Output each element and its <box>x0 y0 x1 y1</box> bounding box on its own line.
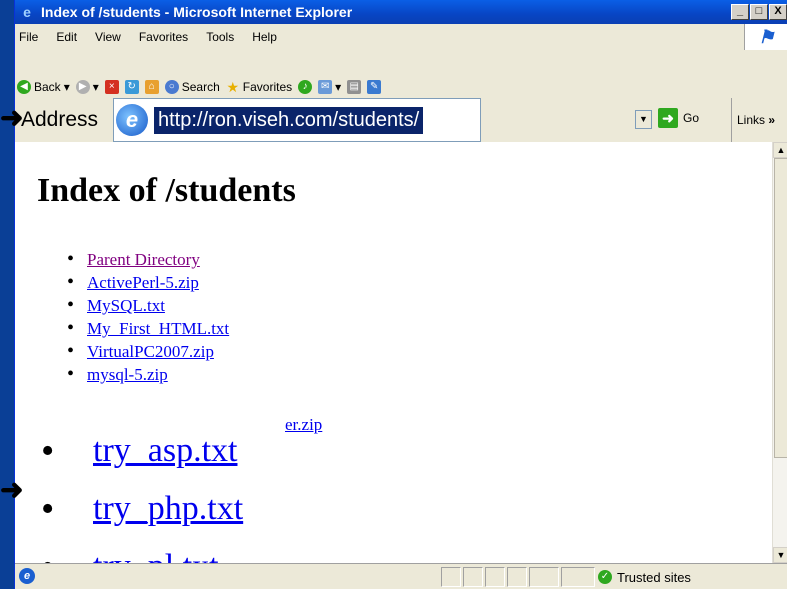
scroll-up-button[interactable]: ▲ <box>773 142 787 158</box>
file-link[interactable]: try_asp.txt <box>93 432 237 469</box>
list-item: try_asp.txt <box>41 422 243 480</box>
search-icon: ○ <box>164 80 179 94</box>
scroll-down-button[interactable]: ▼ <box>773 547 787 563</box>
search-button[interactable]: ○ Search <box>164 80 220 94</box>
list-item: VirtualPC2007.zip <box>67 340 229 363</box>
back-button[interactable]: ◀ Back ▾ <box>17 80 70 94</box>
forward-arrow-icon: ▶ <box>75 80 90 94</box>
list-item: try_pl.txt <box>41 538 243 563</box>
title-bar[interactable]: e Index of /students - Microsoft Interne… <box>15 0 787 24</box>
ie-logo-icon: e <box>23 4 31 20</box>
page-status-icon: e <box>19 568 35 584</box>
minimize-button[interactable]: _ <box>731 4 749 20</box>
file-link[interactable]: Parent Directory <box>87 250 200 269</box>
media-icon: ♪ <box>298 80 313 94</box>
pointer-arrow-icon: ➜ <box>0 102 24 133</box>
list-item: mysql-5.zip <box>67 363 229 386</box>
edit-button[interactable]: ✎ <box>367 80 382 94</box>
status-panel <box>529 567 559 587</box>
file-link[interactable]: ActivePerl-5.zip <box>87 273 199 292</box>
menu-help[interactable]: Help <box>243 30 286 44</box>
file-link[interactable]: mysql-5.zip <box>87 365 168 384</box>
stop-button[interactable]: × <box>104 80 119 94</box>
maximize-button[interactable]: □ <box>750 4 768 20</box>
print-icon: ▤ <box>347 80 362 94</box>
list-item: Parent Directory <box>67 248 229 271</box>
ie-window: e Index of /students - Microsoft Interne… <box>14 0 787 589</box>
status-panel <box>561 567 595 587</box>
go-label: Go <box>683 111 700 125</box>
address-input[interactable]: e http://ron.viseh.com/students/ <box>113 98 481 142</box>
address-label: Address <box>15 98 111 142</box>
file-link[interactable]: MySQL.txt <box>87 296 165 315</box>
mail-icon: ✉ <box>318 80 333 94</box>
checkmark-icon: ✓ <box>598 570 612 584</box>
windows-logo-icon: ⚑ <box>744 24 787 50</box>
go-arrow-icon: ➜ <box>658 108 678 128</box>
status-panel <box>485 567 505 587</box>
address-bar: Address e http://ron.viseh.com/students/… <box>15 98 787 142</box>
favorites-label: Favorites <box>242 80 293 94</box>
edit-icon: ✎ <box>367 80 382 94</box>
file-list: Parent Directory ActivePerl-5.zip MySQL.… <box>67 248 229 386</box>
window-title: Index of /students - Microsoft Internet … <box>41 4 353 20</box>
vertical-scrollbar[interactable]: ▲ ▼ <box>772 142 787 563</box>
menu-view[interactable]: View <box>86 30 130 44</box>
status-panel <box>463 567 483 587</box>
go-button[interactable]: ➜ Go <box>658 108 699 128</box>
zoomed-file-list: try_asp.txt try_php.txt try_pl.txt <box>41 422 243 563</box>
pointer-arrow-icon: ➜ <box>0 474 24 505</box>
menu-favorites[interactable]: Favorites <box>130 30 197 44</box>
search-label: Search <box>181 80 220 94</box>
favorites-button[interactable]: ★ Favorites <box>226 79 293 95</box>
file-link[interactable]: VirtualPC2007.zip <box>87 342 214 361</box>
list-item: try_php.txt <box>41 480 243 538</box>
back-arrow-icon: ◀ <box>17 80 31 94</box>
home-button[interactable]: ⌂ <box>144 80 159 94</box>
mail-button[interactable]: ✉ ▾ <box>318 80 341 94</box>
chevron-right-icon: » <box>768 113 776 127</box>
list-item: MySQL.txt <box>67 294 229 317</box>
address-url[interactable]: http://ron.viseh.com/students/ <box>154 106 424 134</box>
standard-toolbar: ◀ Back ▾ ▶ ▾ × ↻ ⌂ ○ Search ★ Favorites … <box>15 76 787 98</box>
back-label: Back <box>34 80 61 94</box>
status-panel <box>507 567 527 587</box>
menu-bar: File Edit View Favorites Tools Help ⚑ <box>15 24 787 50</box>
scroll-thumb[interactable] <box>774 158 787 458</box>
list-item: ActivePerl-5.zip <box>67 271 229 294</box>
status-bar: e ✓ Trusted sites <box>15 563 787 589</box>
refresh-icon: ↻ <box>124 80 139 94</box>
menu-tools[interactable]: Tools <box>197 30 243 44</box>
close-button[interactable]: X <box>769 4 787 20</box>
address-dropdown-button[interactable]: ▼ <box>635 110 652 129</box>
file-link[interactable]: try_php.txt <box>93 490 243 527</box>
links-label: Links <box>737 113 766 127</box>
star-icon: ★ <box>226 79 240 95</box>
zone-label: Trusted sites <box>617 569 691 585</box>
list-item: My_First_HTML.txt <box>67 317 229 340</box>
file-link[interactable]: My_First_HTML.txt <box>87 319 229 338</box>
refresh-button[interactable]: ↻ <box>124 80 139 94</box>
partially-hidden-file-link[interactable]: er.zip <box>285 415 322 435</box>
print-button[interactable]: ▤ <box>347 80 362 94</box>
media-button[interactable]: ♪ <box>298 80 313 94</box>
menu-edit[interactable]: Edit <box>47 30 86 44</box>
file-link[interactable]: try_pl.txt <box>93 548 219 563</box>
page-icon: e <box>116 104 148 136</box>
forward-button[interactable]: ▶ ▾ <box>75 80 99 94</box>
status-panel <box>441 567 461 587</box>
home-icon: ⌂ <box>144 80 159 94</box>
stop-icon: × <box>104 80 119 94</box>
page-content: Index of /students Parent Directory Acti… <box>15 142 772 563</box>
page-title: Index of /students <box>37 172 296 209</box>
menu-file[interactable]: File <box>15 30 47 44</box>
security-zone[interactable]: ✓ Trusted sites <box>598 567 691 587</box>
links-button[interactable]: Links » <box>731 98 775 142</box>
